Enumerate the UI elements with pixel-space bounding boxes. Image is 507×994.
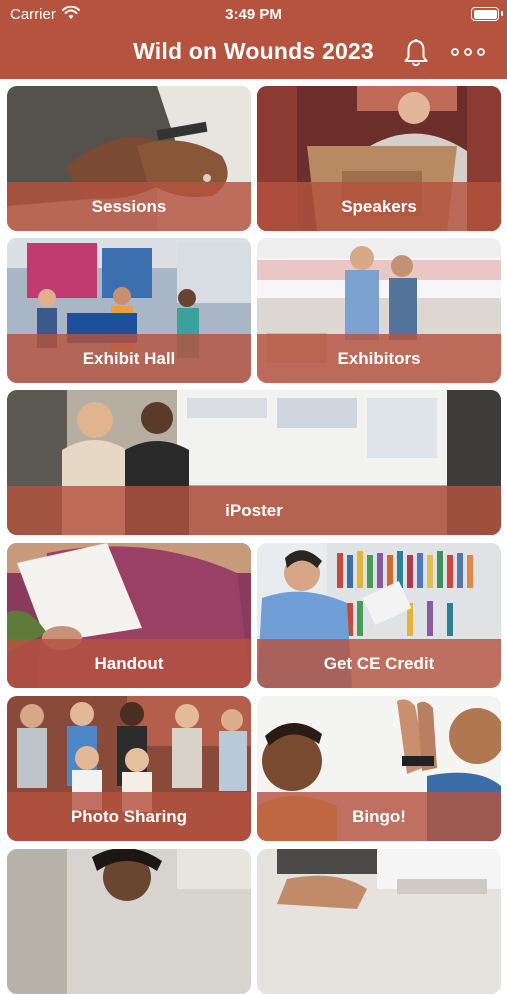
tile-band: Speakers	[257, 182, 501, 231]
tile-band: Exhibitors	[257, 334, 501, 383]
partial-left-photo	[7, 849, 251, 994]
tile-partial-right[interactable]	[257, 849, 501, 994]
status-bar: Carrier 3:49 PM	[0, 0, 507, 28]
page-title: Wild on Wounds 2023	[133, 38, 374, 64]
tile-band: Bingo!	[257, 792, 501, 841]
status-time: 3:49 PM	[225, 6, 282, 23]
feature-grid: Sessions Speakers Exhibit Hall Exhibitor…	[0, 79, 507, 994]
tile-band: Photo Sharing	[7, 792, 251, 841]
more-horizontal-icon[interactable]	[449, 42, 487, 62]
tile-get-ce-credit[interactable]: Get CE Credit	[257, 543, 501, 688]
tile-speakers[interactable]: Speakers	[257, 86, 501, 231]
tile-exhibitors[interactable]: Exhibitors	[257, 238, 501, 383]
app-header: Carrier 3:49 PM Wild on Wounds 2023	[0, 0, 507, 79]
tile-label: Exhibitors	[337, 348, 421, 368]
tile-band: iPoster	[7, 486, 501, 535]
tile-photo-sharing[interactable]: Photo Sharing	[7, 696, 251, 841]
partial-right-photo	[257, 849, 501, 994]
tile-label: Handout	[94, 653, 164, 673]
tile-band: Exhibit Hall	[7, 334, 251, 383]
tile-label: Get CE Credit	[323, 653, 435, 673]
tile-label: Speakers	[341, 196, 417, 216]
tile-label: Sessions	[91, 196, 167, 216]
tile-band: Sessions	[7, 182, 251, 231]
tile-partial-left[interactable]	[7, 849, 251, 994]
tile-bingo[interactable]: Bingo!	[257, 696, 501, 841]
tile-label: Photo Sharing	[70, 806, 188, 826]
tile-band: Get CE Credit	[257, 639, 501, 688]
tile-label: Bingo!	[352, 806, 406, 826]
tile-label: Exhibit Hall	[82, 348, 176, 368]
tile-band: Handout	[7, 639, 251, 688]
battery-icon	[471, 7, 503, 21]
bell-icon[interactable]	[402, 38, 430, 68]
tile-iposter[interactable]: iPoster	[7, 390, 501, 535]
tile-handout[interactable]: Handout	[7, 543, 251, 688]
tile-label: iPoster	[225, 500, 283, 520]
tile-exhibit-hall[interactable]: Exhibit Hall	[7, 238, 251, 383]
tile-sessions[interactable]: Sessions	[7, 86, 251, 231]
